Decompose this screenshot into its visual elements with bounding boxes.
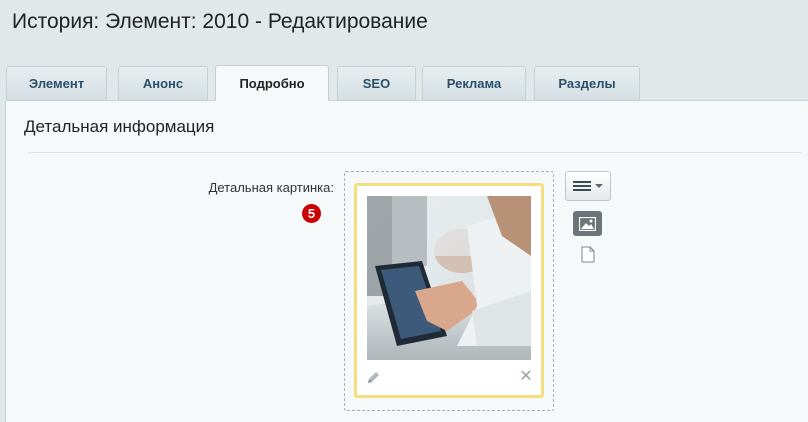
tab-label: Анонс xyxy=(142,76,184,91)
tab-label: Подробно xyxy=(239,76,305,91)
tab-seo[interactable]: SEO xyxy=(337,66,416,100)
tab-advertising[interactable]: Реклама xyxy=(422,66,526,100)
tab-label: Реклама xyxy=(446,76,502,91)
tab-element[interactable]: Элемент xyxy=(6,66,107,100)
tab-label: Элемент xyxy=(28,76,85,91)
tab-label: Разделы xyxy=(558,76,616,91)
step-badge: 5 xyxy=(302,204,321,223)
section-title: Детальная информация xyxy=(24,117,215,136)
document-icon-graphic xyxy=(581,246,595,263)
image-menu-button[interactable] xyxy=(565,171,611,201)
pencil-icon-graphic xyxy=(368,372,379,383)
tab-announce[interactable]: Анонс xyxy=(118,66,208,100)
image-mode-button[interactable] xyxy=(573,211,602,236)
tab-label: SEO xyxy=(362,76,391,91)
hamburger-menu-icon xyxy=(573,181,591,191)
detail-image-label: Детальная картинка: xyxy=(208,180,334,195)
tab-sections[interactable]: Разделы xyxy=(534,66,640,100)
title-bar: История: Элемент: 2010 - Редактирование xyxy=(0,0,808,50)
image-preview xyxy=(367,196,531,360)
document-icon[interactable] xyxy=(581,246,595,263)
tab-details[interactable]: Подробно xyxy=(215,65,329,101)
pencil-icon[interactable] xyxy=(366,370,381,385)
chevron-down-icon xyxy=(595,184,603,188)
tab-bar: Элемент Анонс Подробно SEO Реклама Разде… xyxy=(0,60,808,101)
image-icon xyxy=(579,216,596,231)
page-title: История: Элемент: 2010 - Редактирование xyxy=(12,10,428,33)
close-icon[interactable]: ✕ xyxy=(518,368,534,386)
photo-thumbnail xyxy=(367,196,531,360)
section-divider xyxy=(28,152,802,153)
